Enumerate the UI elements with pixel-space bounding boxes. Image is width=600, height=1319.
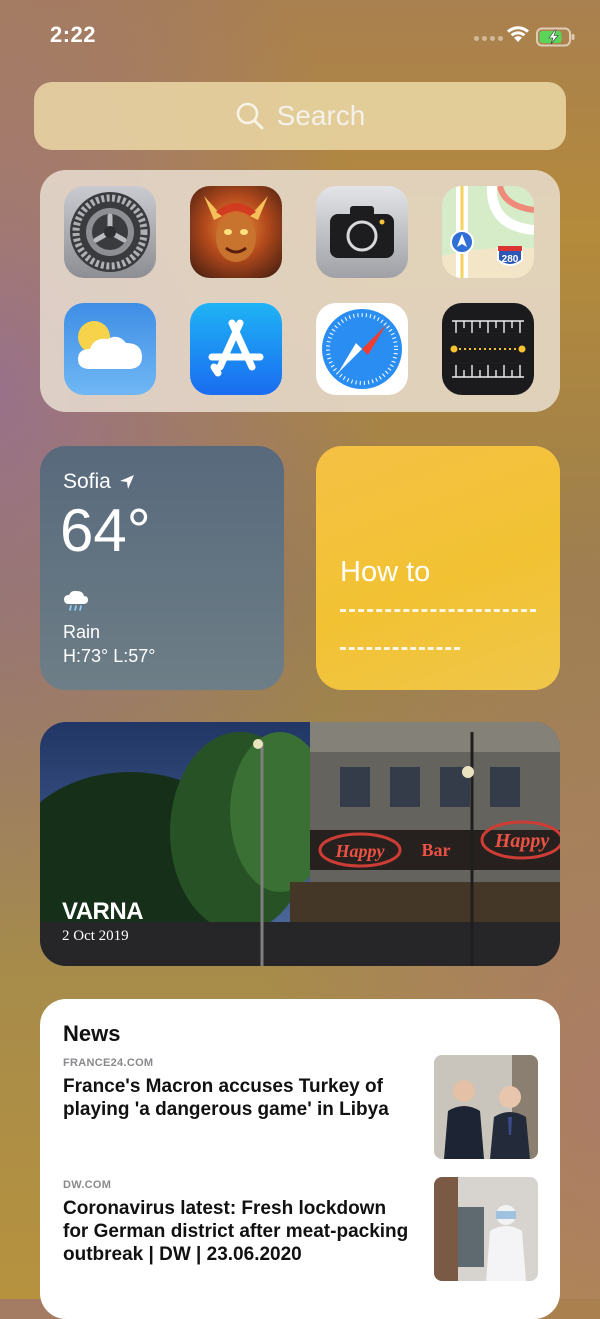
battery-charging-icon	[536, 27, 575, 47]
camera-app-icon[interactable]	[316, 186, 408, 278]
news-item[interactable]: FRANCE24.COM France's Macron accuses Tur…	[63, 1055, 538, 1165]
photo-place: VARNA	[62, 898, 144, 925]
weather-app-icon[interactable]	[64, 303, 156, 395]
news-thumbnail	[434, 1055, 538, 1159]
search-bar[interactable]: Search	[34, 82, 566, 150]
news-headline: Coronavirus latest: Fresh lockdown for G…	[63, 1198, 409, 1265]
news-headline: France's Macron accuses Turkey of playin…	[63, 1076, 389, 1120]
weather-temperature: 64°	[60, 497, 151, 564]
news-item[interactable]: DW.COM Coronavirus latest: Fresh lockdow…	[63, 1177, 538, 1287]
status-bar: 2:22	[0, 0, 600, 72]
photo-date: 2 Oct 2019	[62, 928, 129, 944]
measure-app-icon[interactable]	[442, 303, 534, 395]
news-source: FRANCE24.COM	[63, 1057, 154, 1069]
news-thumbnail	[434, 1177, 538, 1281]
weather-widget[interactable]: Sofia 64° Rain H:73° L:57°	[40, 446, 284, 690]
weather-city: Sofia	[63, 470, 111, 493]
app-store-app-icon[interactable]	[190, 303, 282, 395]
wifi-icon	[507, 26, 529, 42]
settings-app-icon[interactable]	[64, 186, 156, 278]
news-source: DW.COM	[63, 1179, 112, 1191]
photos-widget[interactable]: Happy Bar Happy VARNA 2 Oct 2019	[40, 722, 560, 966]
news-title: News	[63, 1021, 121, 1046]
location-arrow-icon	[119, 475, 134, 489]
search-placeholder: Search	[276, 100, 366, 131]
news-widget[interactable]: News FRANCE24.COM France's Macron accuse…	[40, 999, 560, 1319]
game-app-icon[interactable]	[190, 186, 282, 278]
safari-app-icon[interactable]	[316, 303, 408, 395]
weather-condition: Rain	[63, 622, 101, 642]
note-placeholder-line	[340, 609, 536, 612]
maps-app-icon[interactable]: 280	[442, 186, 534, 278]
notes-widget[interactable]: How to	[316, 446, 560, 690]
weather-high-low: H:73° L:57°	[63, 646, 156, 666]
search-icon	[236, 102, 264, 130]
note-title: How to	[340, 556, 431, 588]
status-time: 2:22	[50, 22, 97, 47]
maps-route-shield-number: 280	[502, 254, 519, 265]
rain-cloud-icon	[64, 590, 88, 611]
signal-icon	[474, 36, 503, 41]
note-placeholder-line	[340, 647, 460, 650]
